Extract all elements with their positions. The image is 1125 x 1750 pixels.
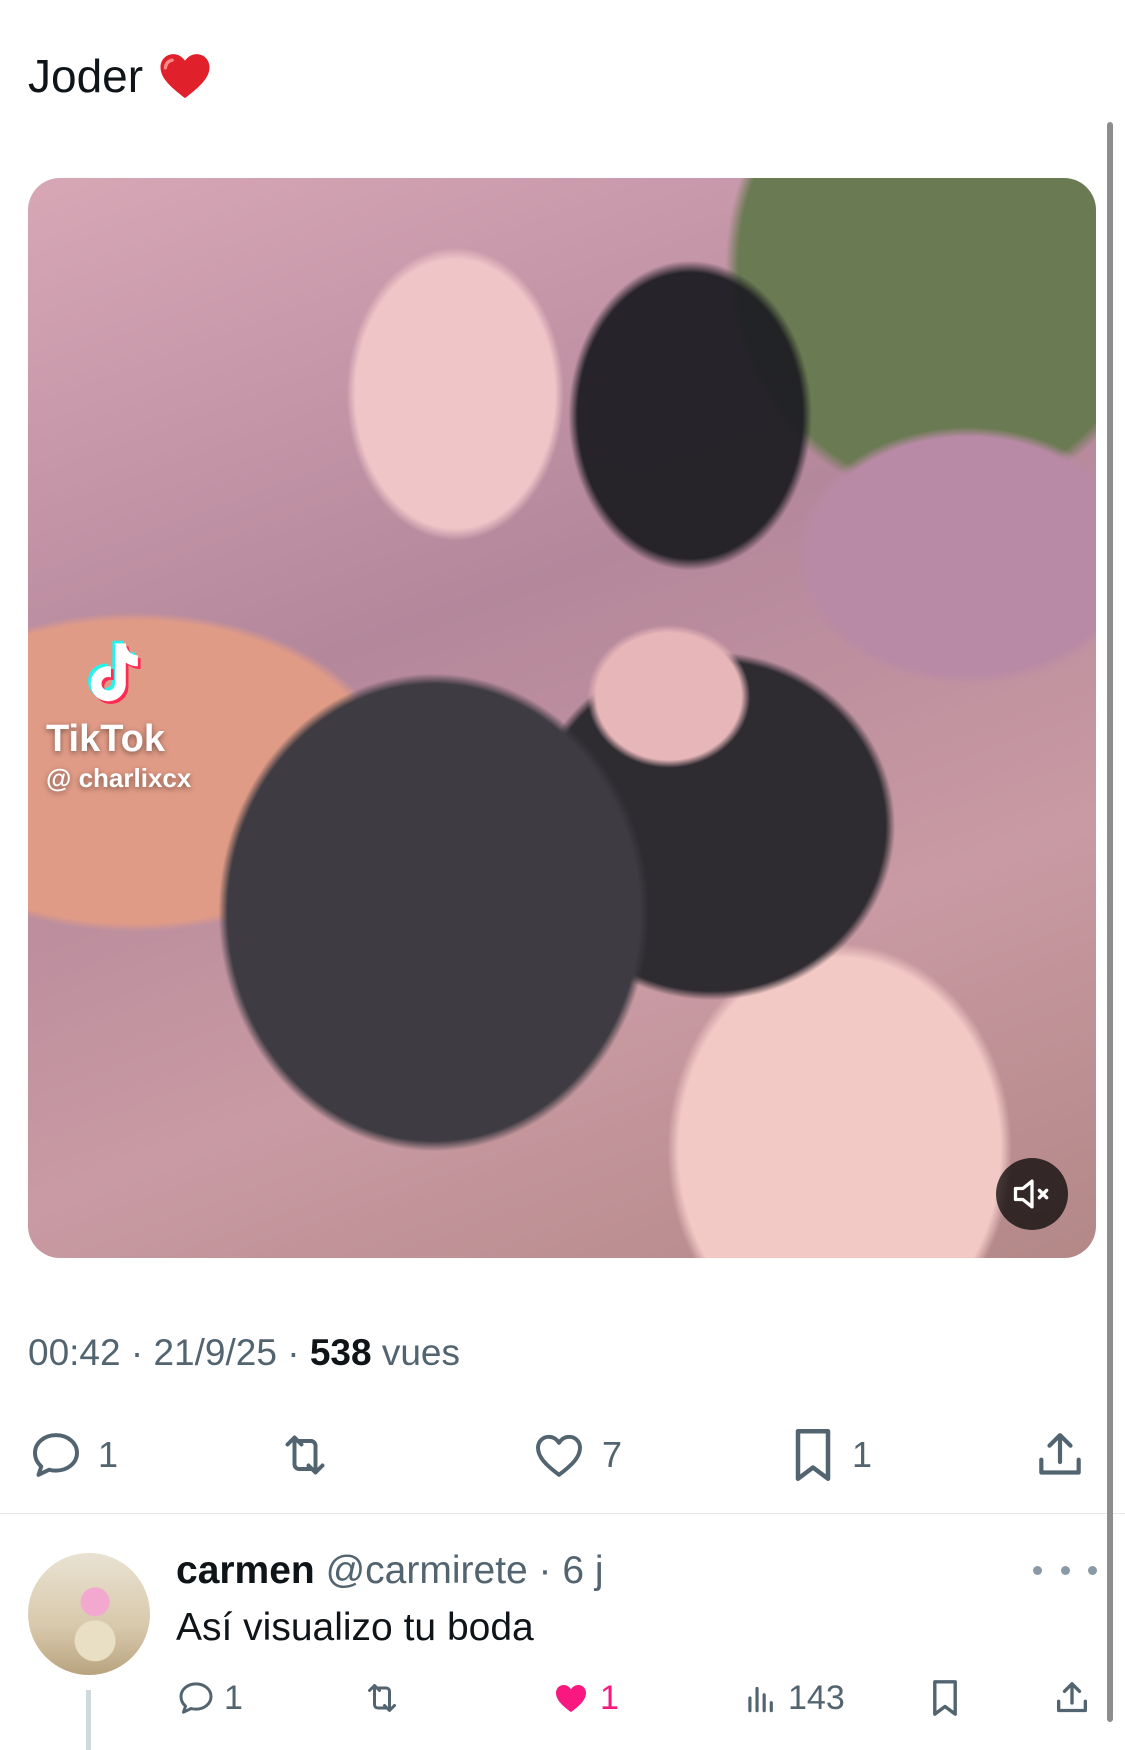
post-time[interactable]: 00:42 <box>28 1332 121 1373</box>
views-label: vues <box>371 1332 460 1373</box>
retweet-button[interactable] <box>273 1425 351 1485</box>
tiktok-watermark: TikTok @ charlixcx <box>46 638 191 796</box>
like-count: 7 <box>602 1434 623 1475</box>
reply-bookmark-button[interactable] <box>928 1670 962 1726</box>
divider <box>0 1513 1125 1514</box>
retweet-icon <box>285 1435 325 1475</box>
post-date[interactable]: 21/9/25 <box>153 1332 276 1373</box>
speaker-muted-icon <box>1013 1179 1049 1209</box>
reply-button[interactable]: 1 <box>28 1425 118 1485</box>
red-heart-emoji-icon <box>160 54 210 99</box>
reply-text: Así visualizo tu boda <box>176 1606 534 1649</box>
tiktok-handle-label: @ charlixcx <box>46 763 192 793</box>
reply-count: 1 <box>98 1434 119 1475</box>
heart-outline-icon <box>536 1434 582 1477</box>
heart-filled-icon <box>556 1685 586 1713</box>
reply-views-button[interactable]: 143 <box>742 1670 845 1726</box>
tiktok-brand-label: TikTok <box>46 718 165 760</box>
bookmark-icon <box>933 1680 957 1716</box>
reply-share-button[interactable] <box>1052 1670 1092 1726</box>
share-button[interactable] <box>1032 1425 1088 1485</box>
bookmark-count: 1 <box>852 1434 873 1475</box>
reply-like-count: 1 <box>600 1678 619 1717</box>
bookmark-button[interactable]: 1 <box>788 1425 872 1485</box>
more-dot-icon <box>1033 1565 1042 1575</box>
reply-author-name[interactable]: carmen <box>176 1549 315 1592</box>
post-action-bar: 1 7 1 <box>28 1425 1096 1485</box>
mute-button[interactable] <box>996 1158 1068 1230</box>
reply-views-count: 143 <box>788 1678 845 1717</box>
bookmark-icon <box>795 1429 831 1481</box>
share-icon <box>1039 1433 1081 1475</box>
post-text: Joder <box>28 50 144 102</box>
like-button[interactable]: 7 <box>530 1425 622 1485</box>
thread-line <box>86 1690 91 1750</box>
reply-header: carmen @carmirete · 6 j <box>176 1546 604 1596</box>
views-count: 538 <box>309 1332 372 1373</box>
tiktok-logo-icon <box>88 640 141 704</box>
reply-reply-count: 1 <box>224 1678 243 1717</box>
reply-icon <box>179 1682 213 1714</box>
reply-timestamp[interactable]: · 6 j <box>528 1549 604 1592</box>
post-meta: 00:42 · 21/9/25 · 538 vues <box>28 1332 460 1373</box>
post-text-row: Joder <box>28 44 213 108</box>
more-dot-icon <box>1088 1565 1097 1575</box>
retweet-icon <box>368 1684 396 1712</box>
avatar[interactable] <box>28 1553 150 1675</box>
more-options-button[interactable] <box>1033 1555 1097 1585</box>
share-icon <box>1057 1682 1087 1713</box>
more-dot-icon <box>1060 1565 1070 1575</box>
reply-action-bar: 1 1 143 <box>176 1670 1096 1726</box>
video-player[interactable]: TikTok @ charlixcx <box>28 178 1096 1258</box>
reply-reply-button[interactable]: 1 <box>176 1670 243 1726</box>
reply-like-button[interactable]: 1 <box>550 1670 619 1726</box>
reply-icon <box>33 1433 79 1477</box>
views-chart-icon <box>748 1686 773 1713</box>
reply-retweet-button[interactable] <box>360 1670 412 1726</box>
scrollbar[interactable] <box>1107 122 1113 1722</box>
reply-author-handle[interactable]: @carmirete <box>326 1549 528 1592</box>
